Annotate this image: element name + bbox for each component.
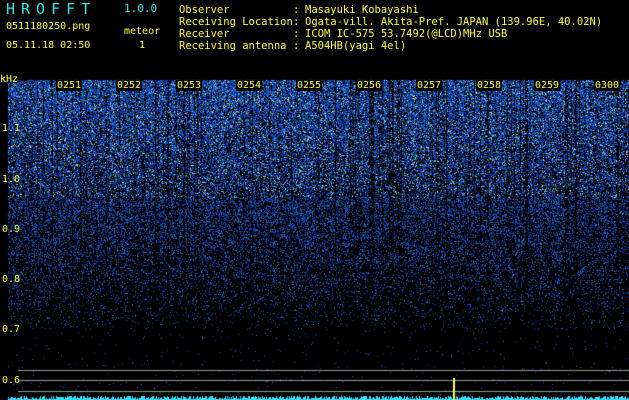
- y-tick-label: 0.8: [2, 274, 21, 285]
- y-tick-label: 0.9: [2, 224, 21, 235]
- time-label: 0258: [476, 80, 503, 91]
- time-label: 0256: [356, 80, 383, 91]
- info-separator: :: [293, 16, 300, 28]
- app-title: HROFFT: [6, 0, 97, 18]
- info-separator: :: [293, 4, 300, 16]
- time-label: 0252: [116, 80, 143, 91]
- location-label: Receiving Location: [179, 16, 293, 28]
- time-label: 0254: [236, 80, 263, 91]
- antenna-label: Receiving antenna: [179, 40, 287, 52]
- time-label: 0251: [56, 80, 83, 91]
- app-version: 1.0.0: [124, 2, 158, 15]
- location-value: Ogata-vill. Akita-Pref. JAPAN (139.96E, …: [305, 16, 603, 28]
- spectrogram-canvas: [0, 78, 629, 400]
- observer-value: Masayuki Kobayashi: [305, 4, 419, 16]
- y-tick-label: 0.6: [2, 375, 21, 386]
- info-separator: :: [293, 28, 300, 40]
- time-label: 0255: [296, 80, 323, 91]
- meteor-count: 1: [139, 40, 146, 51]
- receiver-label: Receiver: [179, 28, 230, 40]
- header-panel: HROFFT 1.0.0 0511180250.png meteor 1 05.…: [0, 0, 629, 78]
- time-label: 0300: [594, 80, 621, 91]
- datetime: 05.11.18 02:50: [6, 40, 91, 51]
- time-label: 0259: [534, 80, 561, 91]
- y-tick-label: 0.7: [2, 324, 21, 335]
- y-tick-label: 1.1: [2, 123, 21, 134]
- observer-label: Observer: [179, 4, 230, 16]
- time-label: 0253: [176, 80, 203, 91]
- antenna-value: A504HB(yagi 4el): [305, 40, 407, 52]
- y-axis-unit: kHz: [0, 74, 19, 85]
- receiver-value: ICOM IC-575 53.7492(@LCD)MHz USB: [305, 28, 508, 40]
- meteor-label: meteor: [124, 26, 161, 37]
- y-tick-label: 1.0: [2, 174, 21, 185]
- time-label: 0257: [416, 80, 443, 91]
- info-separator: :: [293, 40, 300, 52]
- file-name: 0511180250.png: [6, 21, 91, 32]
